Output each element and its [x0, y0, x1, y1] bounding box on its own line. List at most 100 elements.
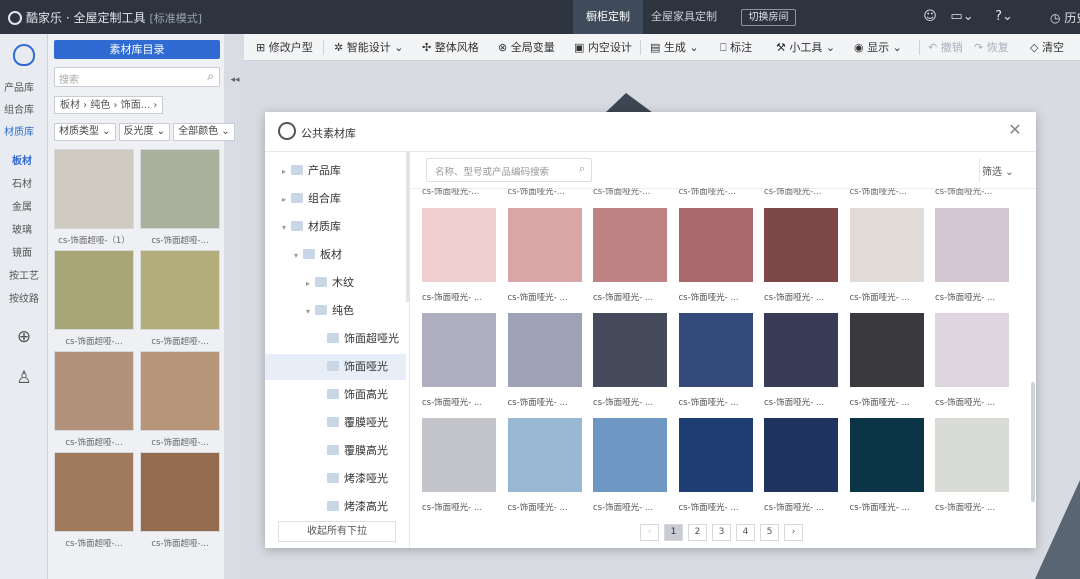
- rail-sub-by-craft[interactable]: 按工艺: [9, 267, 39, 282]
- panel-material-swatch[interactable]: [54, 351, 134, 431]
- page-button[interactable]: 1: [664, 524, 683, 541]
- library-search-input[interactable]: 名称、型号或产品编码搜索 ⌕: [426, 158, 592, 182]
- tree-node[interactable]: 饰面哑光: [265, 354, 406, 380]
- chevron-down-icon[interactable]: ▾: [279, 215, 289, 241]
- screen-icon[interactable]: ▭⌄: [950, 9, 974, 25]
- material-swatch[interactable]: [593, 418, 667, 492]
- filter-all-colors[interactable]: 全部颜色 ⌄: [173, 123, 235, 141]
- rail-category-combos[interactable]: 组合库: [4, 101, 34, 116]
- undo-button[interactable]: ↶ 撤销: [928, 40, 963, 55]
- tree-node[interactable]: 饰面超哑光: [265, 326, 406, 352]
- panel-material-swatch[interactable]: [140, 452, 220, 532]
- filter-button[interactable]: 筛选 ⌄: [982, 163, 1014, 178]
- modify-floorplan-button[interactable]: ⊞ 修改户型: [256, 40, 313, 55]
- panel-material-swatch[interactable]: [54, 452, 134, 532]
- history-button[interactable]: ◷ 历史: [1050, 9, 1080, 26]
- tree-node[interactable]: ▸ 组合库: [265, 186, 406, 212]
- material-swatch[interactable]: [507, 313, 582, 387]
- rail-sub-glass[interactable]: 玻璃: [12, 221, 32, 236]
- material-swatch[interactable]: [422, 418, 496, 492]
- search-icon[interactable]: ⌕: [207, 69, 214, 84]
- close-icon[interactable]: ✕: [1005, 120, 1025, 140]
- tab-cabinet[interactable]: 橱柜定制: [573, 0, 643, 34]
- material-swatch[interactable]: [935, 313, 1009, 387]
- chevron-down-icon[interactable]: ▾: [303, 299, 313, 325]
- enterprise-icon[interactable]: ⊕: [13, 326, 35, 348]
- generate-button[interactable]: ▤ 生成 ⌄: [650, 40, 699, 55]
- rail-sub-by-grain[interactable]: 按纹路: [9, 290, 39, 305]
- material-swatch[interactable]: [849, 208, 924, 282]
- chevron-right-icon[interactable]: ▸: [279, 187, 289, 213]
- tree-node[interactable]: 烤漆高光: [265, 494, 406, 520]
- panel-material-swatch[interactable]: [140, 351, 220, 431]
- inner-design-button[interactable]: ▣ 内空设计: [574, 40, 632, 55]
- collapse-all-button[interactable]: 收起所有下拉: [278, 521, 396, 542]
- tree-node[interactable]: 烤漆哑光: [265, 466, 406, 492]
- user-star-icon[interactable]: ♙: [13, 367, 35, 389]
- chevron-down-icon[interactable]: ▾: [291, 243, 301, 269]
- tree-node[interactable]: 覆膜高光: [265, 438, 406, 464]
- material-swatch[interactable]: [507, 208, 582, 282]
- global-variables-button[interactable]: ⊗ 全局变量: [498, 40, 555, 55]
- tab-furniture[interactable]: 全屋家具定制: [651, 0, 717, 34]
- material-swatch[interactable]: [678, 418, 753, 492]
- help-icon[interactable]: ?⌄: [992, 9, 1016, 25]
- material-swatch[interactable]: [935, 208, 1009, 282]
- material-swatch[interactable]: [678, 313, 753, 387]
- rail-sub-stone[interactable]: 石材: [12, 175, 32, 190]
- page-button[interactable]: 4: [736, 524, 755, 541]
- tree-node[interactable]: ▾ 纯色: [265, 298, 406, 324]
- panel-material-swatch[interactable]: [140, 250, 220, 330]
- rail-sub-metal[interactable]: 金属: [12, 198, 32, 213]
- panel-search-input[interactable]: 搜索 ⌕: [54, 67, 220, 87]
- page-button[interactable]: 2: [688, 524, 707, 541]
- panel-material-swatch[interactable]: [54, 250, 134, 330]
- material-directory-button[interactable]: 素材库目录: [54, 40, 220, 59]
- user-icon[interactable]: ☺: [922, 9, 938, 25]
- switch-room-button[interactable]: 切换房间: [741, 9, 796, 26]
- page-button[interactable]: 5: [760, 524, 779, 541]
- material-swatch[interactable]: [764, 208, 838, 282]
- filter-reflectance[interactable]: 反光度 ⌄: [118, 123, 171, 141]
- grid-scrollbar[interactable]: [1031, 382, 1035, 502]
- collapse-panel-icon[interactable]: ◂◂: [226, 75, 244, 89]
- material-swatch[interactable]: [422, 313, 496, 387]
- material-swatch[interactable]: [764, 313, 838, 387]
- filter-material-type[interactable]: 材质类型 ⌄: [54, 123, 116, 141]
- rail-category-products[interactable]: 产品库: [4, 79, 34, 94]
- tree-node[interactable]: 覆膜哑光: [265, 410, 406, 436]
- material-swatch[interactable]: [764, 418, 838, 492]
- panel-material-swatch[interactable]: [54, 149, 134, 229]
- rail-sub-board[interactable]: 板材: [12, 152, 32, 167]
- page-button[interactable]: 3: [712, 524, 731, 541]
- tree-node[interactable]: 饰面高光: [265, 382, 406, 408]
- smart-design-button[interactable]: ✲ 智能设计 ⌄: [334, 40, 403, 55]
- annotate-button[interactable]: ⎕ 标注: [720, 40, 752, 55]
- material-swatch[interactable]: [678, 208, 753, 282]
- material-swatch[interactable]: [849, 313, 924, 387]
- material-swatch[interactable]: [593, 208, 667, 282]
- redo-button[interactable]: ↷ 恢复: [974, 40, 1009, 55]
- chevron-right-icon[interactable]: ▸: [303, 271, 313, 297]
- search-icon[interactable]: ⌕: [579, 162, 585, 176]
- shield-icon[interactable]: [13, 44, 35, 66]
- next-page-button[interactable]: ›: [784, 524, 803, 541]
- tree-node[interactable]: ▾ 板材: [265, 242, 406, 268]
- tools-button[interactable]: ⚒ 小工具 ⌄: [776, 40, 835, 55]
- tree-node[interactable]: ▸ 产品库: [265, 158, 406, 184]
- display-button[interactable]: ◉ 显示 ⌄: [854, 40, 902, 55]
- chevron-right-icon[interactable]: ▸: [279, 159, 289, 185]
- panel-material-swatch[interactable]: [140, 149, 220, 229]
- material-swatch[interactable]: [849, 418, 924, 492]
- material-swatch[interactable]: [422, 208, 496, 282]
- tree-node[interactable]: ▾ 材质库: [265, 214, 406, 240]
- material-swatch[interactable]: [507, 418, 582, 492]
- prev-page-button[interactable]: ‹: [640, 524, 659, 541]
- breadcrumb[interactable]: 板材 › 纯色 › 饰面... ›: [54, 96, 164, 114]
- rail-sub-mirror[interactable]: 镜面: [12, 244, 32, 259]
- tree-node[interactable]: ▸ 木纹: [265, 270, 406, 296]
- clear-button[interactable]: ◇ 清空: [1030, 40, 1064, 55]
- overall-style-button[interactable]: ✣ 整体风格: [422, 40, 479, 55]
- rail-category-materials[interactable]: 材质库: [4, 123, 34, 138]
- material-swatch[interactable]: [935, 418, 1009, 492]
